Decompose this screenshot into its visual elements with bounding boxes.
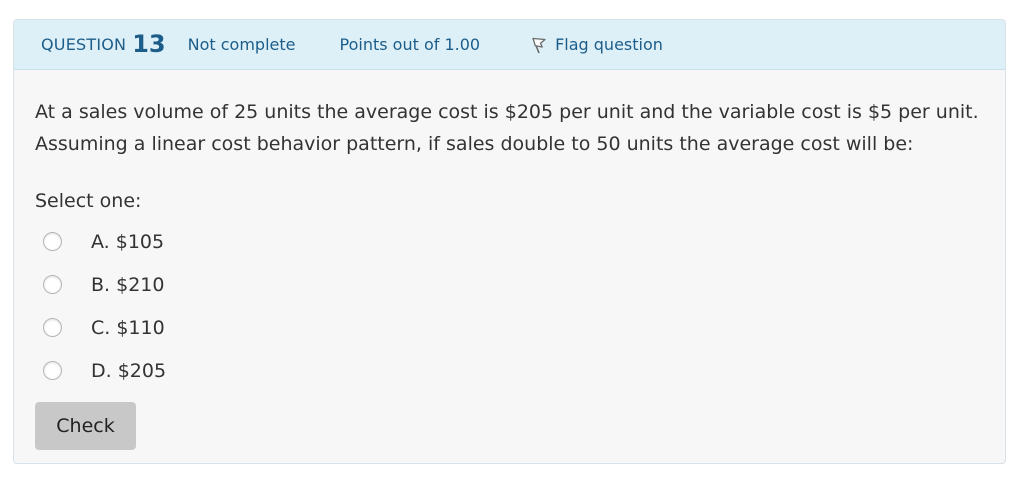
question-content: At a sales volume of 25 units the averag…	[14, 70, 1005, 450]
flag-question-label: Flag question	[555, 35, 663, 54]
answer-radio-a[interactable]	[43, 232, 62, 251]
flag-question-link[interactable]: Flag question	[530, 35, 663, 54]
question-number: 13	[132, 29, 166, 58]
answer-radio-b[interactable]	[43, 275, 62, 294]
question-label: QUESTION	[41, 35, 127, 54]
answer-option-b[interactable]: B. $210	[35, 263, 984, 306]
question-text-line-2: Assuming a linear cost behavior pattern,…	[35, 133, 914, 155]
answer-option-a[interactable]: A. $105	[35, 220, 984, 263]
question-state: Not complete	[187, 35, 296, 54]
select-one-prompt: Select one:	[35, 190, 142, 212]
answer-label-c: C. $110	[91, 316, 165, 339]
flag-icon	[532, 37, 546, 53]
check-button[interactable]: Check	[35, 402, 136, 450]
question-info-bar: QUESTION 13 Not complete Points out of 1…	[14, 20, 1005, 70]
answer-radio-d[interactable]	[43, 361, 62, 380]
question-text: At a sales volume of 25 units the averag…	[35, 96, 984, 160]
question-text-line-1: At a sales volume of 25 units the averag…	[35, 101, 979, 123]
answer-label-a: A. $105	[91, 230, 165, 253]
answer-option-c[interactable]: C. $110	[35, 306, 984, 349]
answer-option-d[interactable]: D. $205	[35, 349, 984, 392]
question-card: QUESTION 13 Not complete Points out of 1…	[13, 19, 1006, 464]
answer-label-b: B. $210	[91, 273, 165, 296]
question-points: Points out of 1.00	[339, 35, 481, 54]
answer-radio-c[interactable]	[43, 318, 62, 337]
answer-label-d: D. $205	[91, 359, 167, 382]
answer-list: A. $105 B. $210 C. $110 D. $205	[35, 220, 984, 392]
